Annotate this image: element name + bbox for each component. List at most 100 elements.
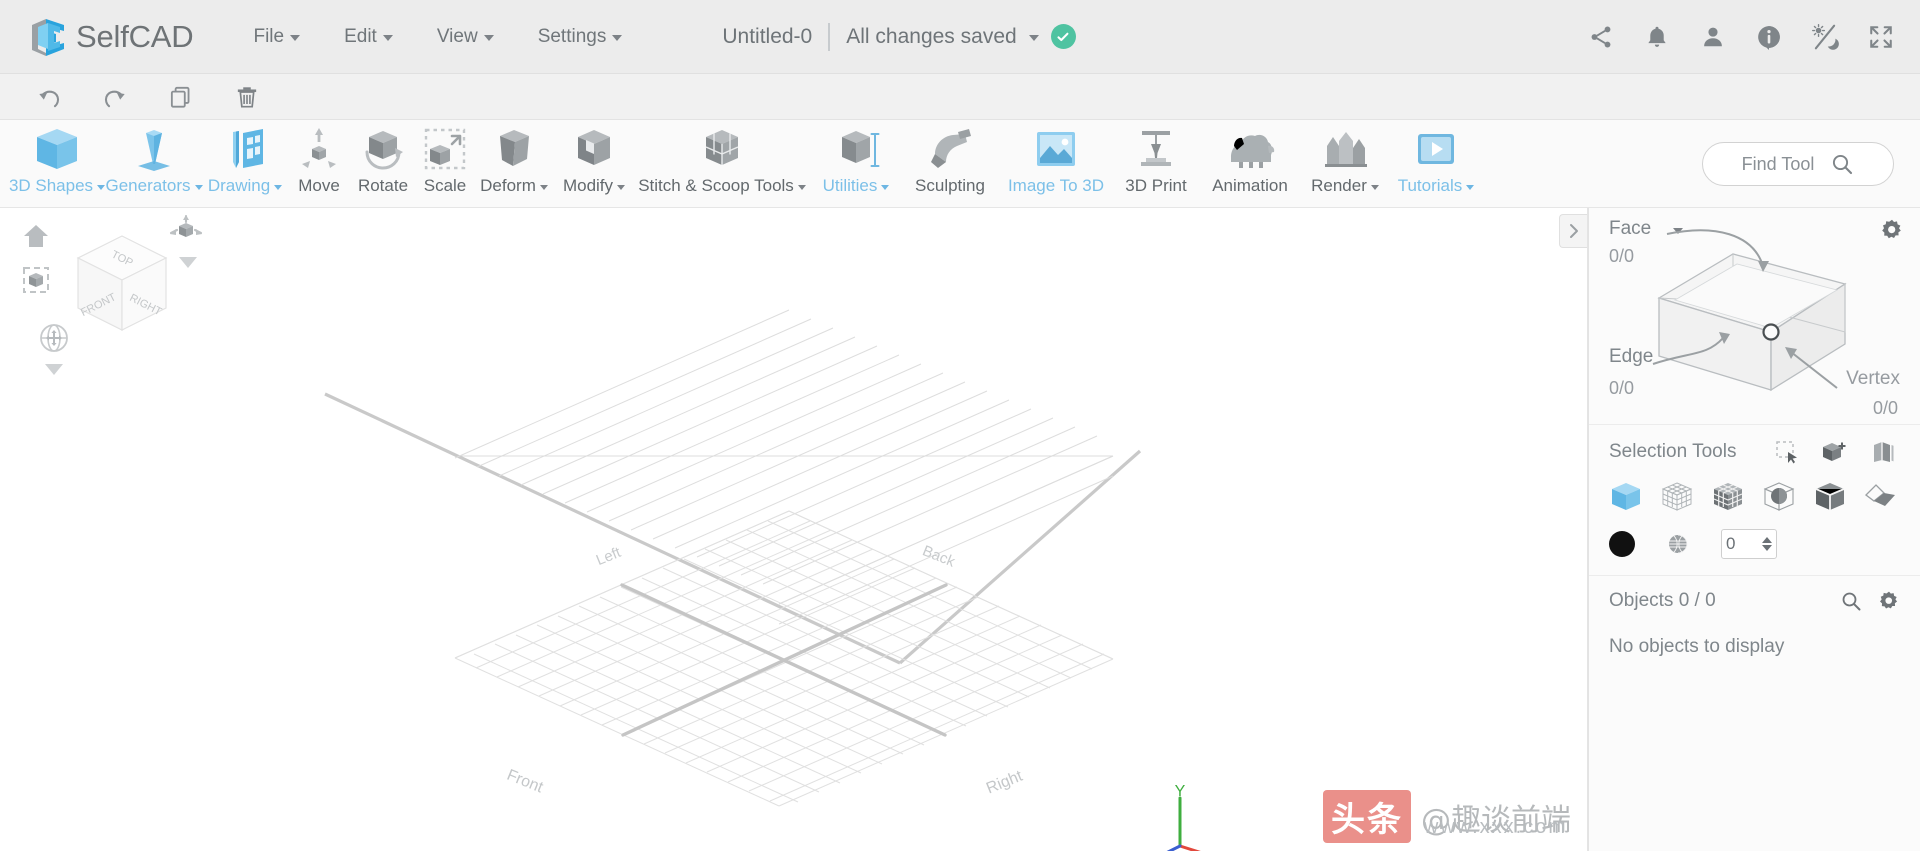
- 3d-viewport[interactable]: Left Back Front Right TOP FRONT RIGHT Y …: [0, 208, 1588, 851]
- panel-collapse-button[interactable]: [1559, 214, 1587, 248]
- sculpting-icon: [924, 124, 976, 174]
- menu-file-label: File: [253, 25, 285, 47]
- ribbon-label-tutorials: Tutorials: [1398, 176, 1475, 196]
- selection-box-diagram: [1645, 220, 1905, 420]
- projection-mode-button[interactable]: [168, 213, 204, 249]
- viewport-grid-full: [454, 510, 1114, 807]
- subdivide-select-icon[interactable]: [1711, 479, 1745, 513]
- chevron-down-icon[interactable]: [1028, 35, 1039, 41]
- selection-appearance-row: 0: [1609, 527, 1900, 561]
- ribbon-item-generators[interactable]: Generators: [105, 120, 203, 196]
- through-select-icon[interactable]: [1866, 435, 1900, 469]
- rectangle-select-icon[interactable]: [1770, 435, 1804, 469]
- fit-to-view-button[interactable]: [18, 262, 54, 298]
- objects-header: Objects 0 / 0: [1589, 575, 1920, 618]
- selection-tools-section: Selection Tools 0: [1589, 424, 1920, 575]
- app-logo[interactable]: SelfCAD: [0, 15, 194, 59]
- ribbon-item-3d-shapes[interactable]: 3D Shapes: [8, 120, 106, 196]
- blueprint-pencil-icon: [219, 124, 271, 174]
- chevron-down-icon: [1370, 185, 1379, 190]
- ribbon-toolbar: 3D Shapes Generators Drawing Move Rotate…: [0, 120, 1920, 208]
- texture-sphere-icon[interactable]: [1661, 527, 1695, 561]
- ribbon-item-utilities[interactable]: Utilities: [810, 120, 902, 196]
- ribbon-item-scale[interactable]: Scale: [416, 120, 474, 196]
- deform-cube-icon: [489, 124, 539, 174]
- delete-button[interactable]: [214, 75, 280, 119]
- search-icon[interactable]: [1840, 590, 1862, 612]
- ribbon-item-3d-print[interactable]: 3D Print: [1114, 120, 1198, 196]
- info-icon[interactable]: [1754, 22, 1784, 52]
- ribbon-label-animation: Animation: [1212, 176, 1288, 195]
- objects-empty-message: No objects to display: [1609, 636, 1785, 657]
- top-bar-actions: [1586, 0, 1896, 74]
- add-select-icon[interactable]: [1818, 435, 1852, 469]
- document-title[interactable]: Untitled-0: [722, 25, 812, 49]
- selection-size-input[interactable]: 0: [1721, 529, 1777, 559]
- polygon-select-icon[interactable]: [1864, 479, 1898, 513]
- ribbon-item-image-to-3d[interactable]: Image To 3D: [998, 120, 1114, 196]
- save-status-badge: [1050, 24, 1076, 49]
- projection-dropdown-caret-icon[interactable]: [179, 257, 197, 268]
- printer-icon: [1131, 124, 1181, 174]
- menu-file[interactable]: File: [231, 20, 322, 54]
- ribbon-item-move[interactable]: Move: [288, 120, 350, 196]
- share-icon[interactable]: [1586, 22, 1616, 52]
- object-select-icon[interactable]: [1609, 479, 1643, 513]
- theme-toggle-icon[interactable]: [1810, 22, 1840, 52]
- menu-settings[interactable]: Settings: [516, 20, 645, 54]
- orbit-dropdown-caret-icon[interactable]: [45, 364, 63, 375]
- bell-icon[interactable]: [1642, 22, 1672, 52]
- selection-size-stepper[interactable]: [1762, 537, 1772, 551]
- stitch-scoop-icon: [694, 124, 750, 174]
- ribbon-item-render[interactable]: Render: [1302, 120, 1388, 196]
- menu-view[interactable]: View: [415, 20, 516, 54]
- modify-cube-icon: [568, 124, 620, 174]
- ribbon-item-rotate[interactable]: Rotate: [350, 120, 416, 196]
- menu-edit-label: Edit: [344, 25, 377, 47]
- chevron-down-icon[interactable]: [1762, 545, 1772, 551]
- ribbon-item-modify[interactable]: Modify: [554, 120, 634, 196]
- ribbon-item-stitch-scoop-tools[interactable]: Stitch & Scoop Tools: [634, 120, 810, 196]
- ribbon-label-stitch-scoop-tools: Stitch & Scoop Tools: [638, 176, 806, 196]
- viewport-left-tools: [18, 218, 68, 375]
- ribbon-label-image-to-3d: Image To 3D: [1007, 176, 1105, 195]
- redo-button[interactable]: [82, 75, 148, 119]
- ribbon-item-animation[interactable]: Animation: [1198, 120, 1302, 196]
- gear-icon[interactable]: [1878, 590, 1900, 612]
- ribbon-label-deform: Deform: [480, 176, 548, 196]
- ribbon-item-deform[interactable]: Deform: [474, 120, 554, 196]
- user-icon[interactable]: [1698, 22, 1728, 52]
- copy-button[interactable]: [148, 75, 214, 119]
- divider: [828, 22, 831, 51]
- undo-button[interactable]: [16, 75, 82, 119]
- ribbon-item-sculpting[interactable]: Sculpting: [902, 120, 998, 196]
- menu-edit[interactable]: Edit: [322, 20, 415, 54]
- selection-color-swatch[interactable]: [1609, 531, 1635, 557]
- chevron-down-icon: [97, 185, 106, 190]
- app-name: SelfCAD: [76, 18, 194, 54]
- wireframe-select-icon[interactable]: [1660, 479, 1694, 513]
- edge-count: 0/0: [1609, 378, 1635, 398]
- chevron-down-icon: [1466, 185, 1475, 190]
- top-bar: SelfCAD File Edit View Settings Untitled…: [0, 0, 1920, 74]
- chevron-down-icon: [274, 185, 283, 190]
- home-view-button[interactable]: [18, 218, 54, 254]
- menu-view-label: View: [436, 25, 478, 47]
- chevron-up-icon[interactable]: [1762, 537, 1772, 543]
- search-icon[interactable]: [1830, 152, 1854, 176]
- selection-tools-title: Selection Tools: [1609, 441, 1737, 462]
- ribbon-item-drawing[interactable]: Drawing: [202, 120, 288, 196]
- view-cube[interactable]: TOP FRONT RIGHT: [62, 226, 182, 346]
- ribbon-label-render: Render: [1311, 176, 1379, 196]
- selection-tools-header: Selection Tools: [1609, 435, 1900, 469]
- save-status-label: All changes saved: [846, 24, 1017, 48]
- projection-mode-control: [168, 213, 208, 268]
- scale-cube-icon: [420, 124, 470, 174]
- face-select-icon[interactable]: [1813, 479, 1847, 513]
- ribbon-label-modify: Modify: [563, 176, 626, 196]
- tutorials-play-icon: [1410, 124, 1462, 174]
- ribbon-item-tutorials[interactable]: Tutorials: [1388, 120, 1484, 196]
- sphere-select-icon[interactable]: [1762, 479, 1796, 513]
- find-tool-search[interactable]: Find Tool: [1702, 142, 1894, 186]
- fullscreen-icon[interactable]: [1866, 22, 1896, 52]
